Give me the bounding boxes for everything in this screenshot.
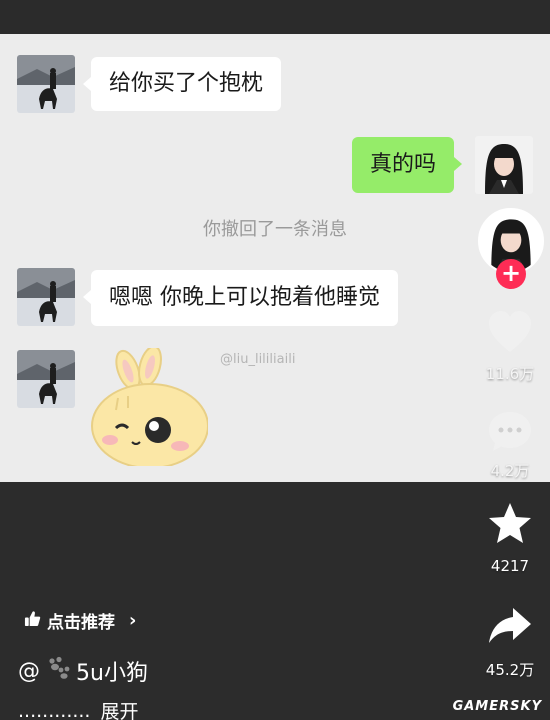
paw-icon — [44, 656, 72, 686]
chevron-right-icon: › — [129, 610, 137, 631]
thumbs-up-icon — [24, 610, 41, 632]
gamersky-logo: GAMERSKY — [452, 699, 542, 714]
sender-avatar — [17, 55, 75, 113]
share-count: 45.2万 — [485, 661, 535, 679]
recommend-label: 点击推荐 — [47, 613, 115, 633]
comment-count: 4.2万 — [490, 462, 530, 480]
comment-icon[interactable] — [487, 410, 533, 454]
sender-avatar — [17, 268, 75, 326]
favorite-star-icon[interactable] — [487, 502, 533, 546]
top-strip — [0, 0, 550, 34]
message-bubble-received: 给你买了个抱枕 — [82, 57, 282, 111]
sender-avatar — [17, 350, 75, 408]
author-link[interactable]: @ 5u小狗 — [18, 655, 148, 687]
recall-notice: 你撤回了一条消息 — [203, 219, 347, 240]
author-name: 5u小狗 — [76, 661, 148, 686]
follow-button[interactable]: + — [496, 259, 526, 289]
share-arrow-icon[interactable] — [487, 605, 533, 649]
like-heart-icon[interactable] — [487, 310, 533, 354]
message-bubble-received: 嗯嗯 你晚上可以抱着他睡觉 — [83, 270, 398, 326]
bunny-sticker — [88, 345, 209, 469]
recommend-button[interactable]: 点击推荐 › — [24, 608, 136, 633]
caption: ............ 展开 — [18, 697, 139, 720]
favorite-count: 4217 — [490, 557, 530, 575]
expand-button[interactable]: 展开 — [100, 697, 138, 720]
at-symbol: @ — [18, 658, 40, 684]
like-count: 11.6万 — [485, 365, 535, 383]
weibo-watermark: @liu_lililiaili — [220, 352, 296, 367]
caption-text: ............ — [18, 699, 91, 720]
message-bubble-sent: 真的吗 — [352, 137, 463, 193]
my-avatar — [475, 136, 533, 194]
